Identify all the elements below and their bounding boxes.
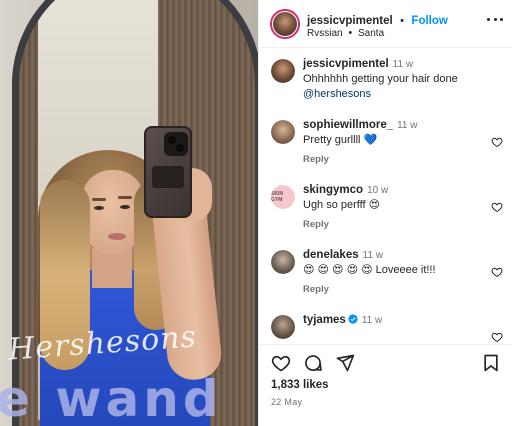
comment-text: Pretty gurllll 💙 xyxy=(303,134,378,146)
comment-time: 11 w xyxy=(362,250,384,261)
comment-username[interactable]: skingymco xyxy=(303,184,363,196)
comment-time: 10 w xyxy=(367,185,389,196)
phone-camera xyxy=(164,132,188,156)
audio-title[interactable]: Santa xyxy=(358,28,384,39)
reply-button[interactable]: Reply xyxy=(303,154,329,165)
likes-count[interactable]: 1,833 likes xyxy=(271,379,329,391)
like-comment-heart-icon[interactable] xyxy=(491,331,503,343)
verified-badge-icon xyxy=(348,314,358,324)
comment-time: 11 w xyxy=(392,59,414,70)
like-comment-heart-icon[interactable] xyxy=(491,136,503,148)
follow-button[interactable]: Follow xyxy=(411,15,447,27)
post-panel: jessicvpimentel • Follow Rvssian • Santa… xyxy=(258,0,512,426)
comment-username[interactable]: jessicvpimentel xyxy=(303,58,389,70)
comment-text: Ugh so perfff 😍 xyxy=(303,199,381,211)
commenter-avatar[interactable] xyxy=(271,120,295,144)
mention-link[interactable]: @hershesons xyxy=(303,88,371,100)
audio-artist[interactable]: Rvssian xyxy=(307,28,343,39)
like-heart-icon[interactable] xyxy=(271,353,291,373)
comment-username[interactable]: denelakes xyxy=(303,249,359,261)
save-bookmark-icon[interactable] xyxy=(481,353,501,373)
comment-bubble-icon[interactable] xyxy=(303,353,323,373)
commenter-avatar[interactable] xyxy=(271,315,295,339)
commenter-avatar[interactable]: SKIN GYM xyxy=(271,185,295,209)
reply-button[interactable]: Reply xyxy=(303,219,329,230)
like-comment-heart-icon[interactable] xyxy=(491,201,503,213)
reply-button[interactable]: Reply xyxy=(303,284,329,295)
comment-time: 11 w xyxy=(397,120,418,131)
author-avatar[interactable] xyxy=(271,59,295,83)
audio-line[interactable]: Rvssian • Santa xyxy=(307,27,384,39)
post-header: jessicvpimentel • Follow Rvssian • Santa xyxy=(259,0,512,48)
comment-username[interactable]: sophiewillmore_ xyxy=(303,119,393,131)
author-avatar[interactable] xyxy=(270,9,300,39)
comment-username[interactable]: tyjames xyxy=(303,314,346,326)
action-bar: 1,833 likes 22 May xyxy=(259,344,512,426)
comment-text: 😍 😍 😍 😍 😍 Loveeee it!!! xyxy=(303,264,436,276)
post-date: 22 May xyxy=(271,397,303,407)
post-media[interactable]: Hershesons e wand xyxy=(0,0,258,426)
author-username[interactable]: jessicvpimentel xyxy=(307,15,393,27)
comment-text: Ohhhhhh getting your hair done xyxy=(303,73,458,85)
like-comment-heart-icon[interactable] xyxy=(491,266,503,278)
comment-time: 11 w xyxy=(361,315,383,326)
overlay-text: e wand xyxy=(0,370,223,426)
separator-dot: • xyxy=(400,15,404,27)
commenter-avatar[interactable] xyxy=(271,250,295,274)
lips xyxy=(108,233,126,240)
share-paper-plane-icon[interactable] xyxy=(335,353,355,373)
more-options-icon[interactable] xyxy=(487,16,503,22)
